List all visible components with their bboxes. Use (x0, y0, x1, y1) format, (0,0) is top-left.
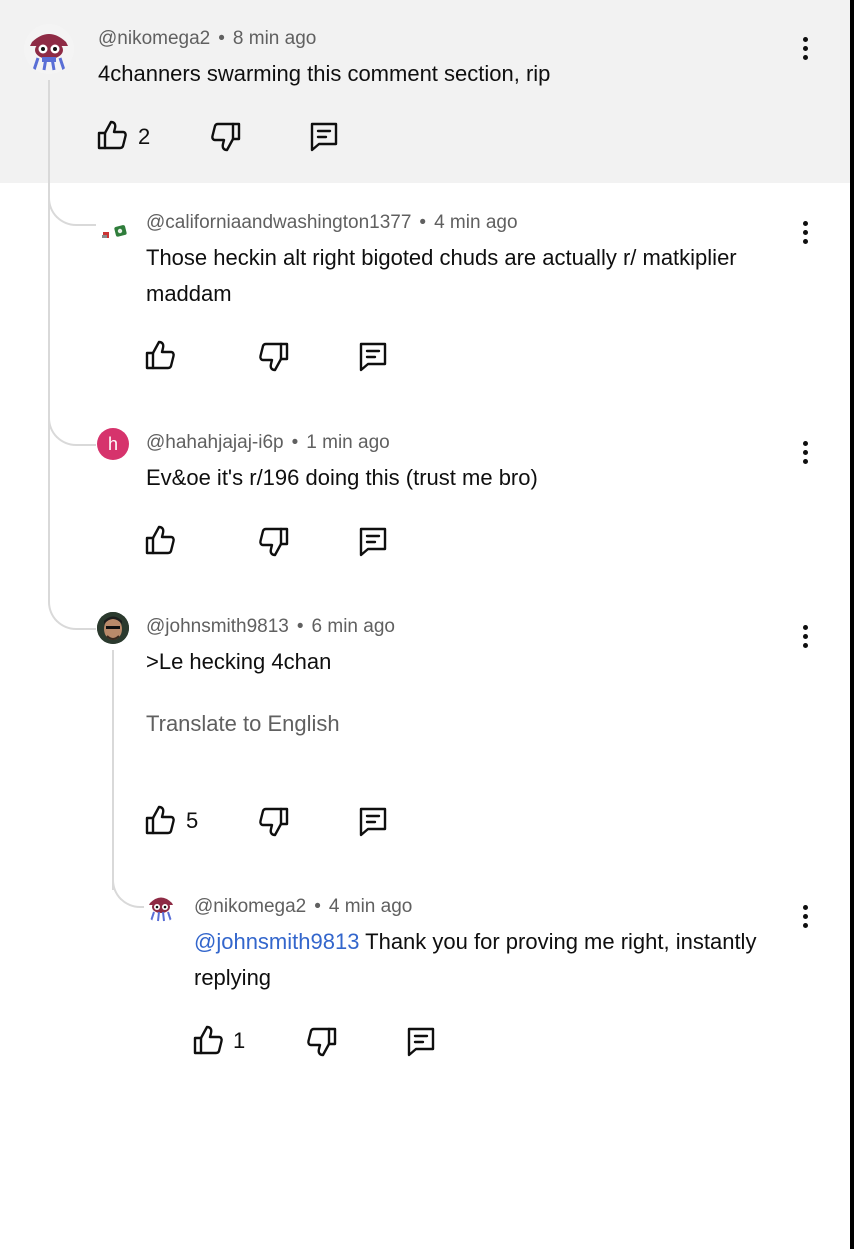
reply-icon[interactable] (404, 1025, 438, 1059)
more-vertical-icon[interactable] (793, 437, 817, 467)
thumbs-down-icon[interactable] (257, 525, 291, 559)
more-vertical-icon[interactable] (793, 33, 817, 63)
comment-text: Those heckin alt right bigoted chuds are… (146, 245, 737, 306)
comment-text: Ev&oe it's r/196 doing this (trust me br… (146, 465, 538, 490)
timestamp[interactable]: 6 min ago (312, 616, 395, 637)
avatar[interactable]: h (97, 428, 129, 460)
thumbs-up-icon[interactable] (95, 118, 129, 152)
meta-separator: • (291, 432, 299, 453)
reply-icon[interactable] (356, 805, 390, 839)
comment-meta: @johnsmith9813 • 6 min ago (146, 616, 395, 638)
meta-separator: • (296, 616, 304, 637)
author-handle[interactable]: @johnsmith9813 (146, 616, 289, 637)
more-vertical-icon[interactable] (793, 621, 817, 651)
comment-meta: @californiaandwashington1377 • 4 min ago (146, 212, 518, 234)
like-count: 2 (138, 124, 151, 149)
thumbs-up-icon[interactable] (143, 803, 177, 837)
thread-line (112, 650, 114, 890)
author-handle[interactable]: @hahahjajaj-i6p (146, 432, 284, 453)
meta-separator: • (218, 28, 225, 49)
comment-meta: @nikomega2 • 4 min ago (194, 896, 412, 918)
thread-connector (48, 180, 96, 226)
avatar[interactable] (24, 24, 74, 74)
more-vertical-icon[interactable] (793, 217, 817, 247)
reply-icon[interactable] (307, 120, 341, 154)
thread-line (48, 440, 50, 590)
thumbs-down-icon[interactable] (305, 1025, 339, 1059)
avatar[interactable] (98, 213, 132, 247)
comment-text: >Le hecking 4chan (146, 649, 332, 674)
thread-connector (112, 860, 144, 908)
translate-link[interactable]: Translate to English (146, 711, 340, 737)
reply-icon[interactable] (356, 525, 390, 559)
comment-text: @johnsmith9813 Thank you for proving me … (194, 924, 764, 996)
like-count: 5 (186, 808, 199, 833)
thumbs-down-icon[interactable] (257, 340, 291, 374)
timestamp[interactable]: 1 min ago (306, 432, 389, 453)
timestamp[interactable]: 4 min ago (434, 212, 517, 233)
window-edge (850, 0, 854, 1249)
thumbs-down-icon[interactable] (209, 120, 243, 154)
avatar-letter: h (107, 433, 118, 454)
thread-connector (48, 400, 96, 446)
thumbs-up-icon[interactable] (191, 1023, 225, 1057)
thumbs-up-icon[interactable] (143, 338, 177, 372)
thumbs-down-icon[interactable] (257, 805, 291, 839)
comment-meta: @nikomega2 • 8 min ago (98, 28, 316, 50)
mention-link[interactable]: @johnsmith9813 (194, 929, 359, 954)
meta-separator: • (419, 212, 427, 233)
more-vertical-icon[interactable] (793, 901, 817, 931)
author-handle[interactable]: @nikomega2 (194, 896, 306, 917)
avatar[interactable] (97, 612, 129, 644)
thumbs-up-icon[interactable] (143, 523, 177, 557)
timestamp[interactable]: 8 min ago (233, 28, 316, 49)
comment-text: 4channers swarming this comment section,… (98, 61, 551, 86)
author-handle[interactable]: @nikomega2 (98, 28, 210, 49)
like-count: 1 (233, 1028, 246, 1053)
timestamp[interactable]: 4 min ago (329, 896, 412, 917)
thread-connector (48, 580, 96, 630)
reply-icon[interactable] (356, 340, 390, 374)
avatar[interactable] (145, 891, 177, 923)
author-handle[interactable]: @californiaandwashington1377 (146, 212, 411, 233)
meta-separator: • (314, 896, 321, 917)
comment-meta: @hahahjajaj-i6p • 1 min ago (146, 432, 390, 454)
